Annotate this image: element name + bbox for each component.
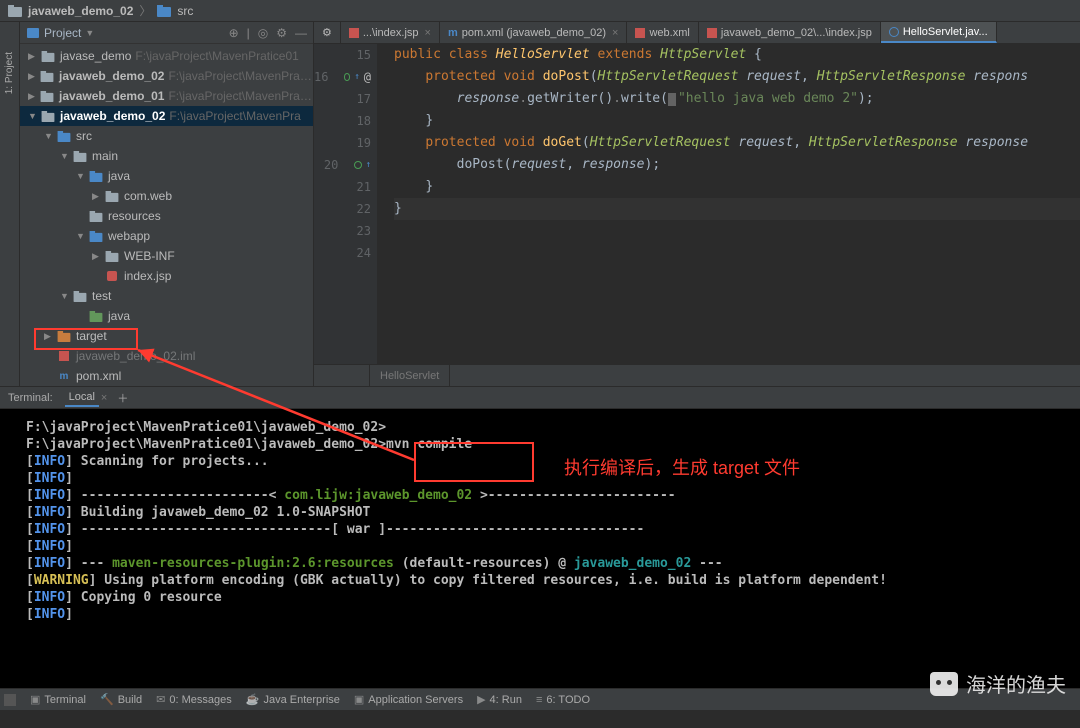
wechat-icon bbox=[930, 672, 958, 696]
statusbar-button[interactable]: ▣ Terminal bbox=[30, 693, 86, 706]
code-body[interactable]: public class HelloServlet extends HttpSe… bbox=[378, 44, 1080, 364]
tree-row[interactable]: java bbox=[20, 306, 313, 326]
hide-icon[interactable]: — bbox=[295, 26, 307, 40]
project-tool-window: Project ▼ ⊕ | ◎ ⚙ — ▶javase_demoF:\javaP… bbox=[20, 22, 314, 386]
editor-tab[interactable]: HelloServlet.jav... bbox=[881, 22, 997, 43]
tree-row[interactable]: index.jsp bbox=[20, 266, 313, 286]
editor-tab[interactable]: web.xml bbox=[627, 22, 698, 43]
editor-gutter: 1516 ↑@17181920 ↑21222324 bbox=[314, 44, 378, 364]
editor-tab[interactable]: ...\index.jsp× bbox=[341, 22, 440, 43]
gear-icon[interactable]: ⚙ bbox=[276, 26, 287, 40]
statusbar-button[interactable]: ☕ Java Enterprise bbox=[246, 693, 340, 706]
tree-row[interactable]: ▼javaweb_demo_02F:\javaProject\MavenPra bbox=[20, 106, 313, 126]
side-tab-project[interactable]: 1: Project bbox=[4, 52, 15, 94]
project-header: Project ▼ ⊕ | ◎ ⚙ — bbox=[20, 22, 313, 44]
crumb-class[interactable]: HelloServlet bbox=[370, 365, 450, 386]
terminal-tab-bar: Terminal: Local × ＋ bbox=[0, 387, 1080, 409]
project-icon bbox=[26, 27, 40, 39]
status-bar: ▣ Terminal 🔨 Build ✉ 0: Messages ☕ Java Ent… bbox=[0, 688, 1080, 710]
tree-row[interactable]: ▼main bbox=[20, 146, 313, 166]
tree-row[interactable]: javaweb_demo_02.iml bbox=[20, 346, 313, 366]
folder-icon bbox=[157, 5, 171, 17]
breadcrumb-folder[interactable]: src bbox=[177, 4, 193, 18]
new-terminal-button[interactable]: ＋ bbox=[117, 390, 128, 406]
editor-tab-bar: ⚙ ...\index.jsp×mpom.xml (javaweb_demo_0… bbox=[314, 22, 1080, 44]
close-icon: × bbox=[612, 27, 618, 39]
statusbar-button[interactable]: ≡ 6: TODO bbox=[536, 694, 590, 706]
tree-row[interactable]: ▼webapp bbox=[20, 226, 313, 246]
tree-row[interactable]: ▶target bbox=[20, 326, 313, 346]
statusbar-corner-icon[interactable] bbox=[4, 694, 16, 706]
editor-tab[interactable]: javaweb_demo_02\...\index.jsp bbox=[699, 22, 881, 43]
statusbar-button[interactable]: ▣ Application Servers bbox=[354, 693, 463, 706]
tree-row[interactable]: mpom.xml bbox=[20, 366, 313, 386]
terminal-tab-local[interactable]: Local bbox=[65, 389, 99, 407]
terminal-panel: Terminal: Local × ＋ F:\javaProject\Maven… bbox=[0, 386, 1080, 688]
project-tree[interactable]: ▶javase_demoF:\javaProject\MavenPratice0… bbox=[20, 44, 313, 386]
statusbar-button[interactable]: ✉ 0: Messages bbox=[156, 693, 232, 706]
tree-row[interactable]: ▼src bbox=[20, 126, 313, 146]
tree-row[interactable]: ▶javaweb_demo_01F:\javaProject\MavenPrat… bbox=[20, 86, 313, 106]
tree-row[interactable]: resources bbox=[20, 206, 313, 226]
collapse-icon[interactable]: ⊕ bbox=[229, 26, 239, 40]
breadcrumb-project[interactable]: javaweb_demo_02 bbox=[28, 4, 133, 18]
tree-row[interactable]: ▶WEB-INF bbox=[20, 246, 313, 266]
project-title[interactable]: Project bbox=[44, 26, 81, 40]
code-editor[interactable]: 1516 ↑@17181920 ↑21222324 public class H… bbox=[314, 22, 1080, 386]
tree-row[interactable]: ▶javase_demoF:\javaProject\MavenPratice0… bbox=[20, 46, 313, 66]
editor-tab[interactable]: mpom.xml (javaweb_demo_02)× bbox=[440, 22, 628, 43]
statusbar-button[interactable]: ▶ 4: Run bbox=[477, 693, 522, 706]
close-icon: × bbox=[425, 27, 431, 39]
annotation-text: 执行编译后，生成 target 文件 bbox=[564, 454, 800, 480]
terminal-label: Terminal: bbox=[8, 392, 53, 404]
close-icon[interactable]: × bbox=[101, 392, 107, 404]
divider-icon: | bbox=[247, 26, 250, 40]
tree-row[interactable]: ▼test bbox=[20, 286, 313, 306]
chevron-down-icon[interactable]: ▼ bbox=[85, 28, 94, 38]
statusbar-button[interactable]: 🔨 Build bbox=[100, 693, 142, 706]
terminal-body[interactable]: F:\javaProject\MavenPratice01\javaweb_de… bbox=[0, 409, 1080, 688]
module-icon bbox=[8, 5, 22, 17]
tree-row[interactable]: ▶com.web bbox=[20, 186, 313, 206]
editor-breadcrumb: HelloServlet bbox=[314, 364, 1080, 386]
tree-row[interactable]: ▶javaweb_demo_02F:\javaProject\MavenPrat… bbox=[20, 66, 313, 86]
path-breadcrumb: javaweb_demo_02 〉 src bbox=[0, 0, 1080, 22]
watermark: 海洋的渔夫 bbox=[930, 669, 1066, 698]
tree-row[interactable]: ▼java bbox=[20, 166, 313, 186]
chevron-right-icon: 〉 bbox=[139, 2, 151, 19]
tool-icon[interactable]: ⚙ bbox=[314, 22, 341, 43]
locate-icon[interactable]: ◎ bbox=[258, 26, 268, 40]
left-tool-strip: 1: Project bbox=[0, 22, 20, 386]
